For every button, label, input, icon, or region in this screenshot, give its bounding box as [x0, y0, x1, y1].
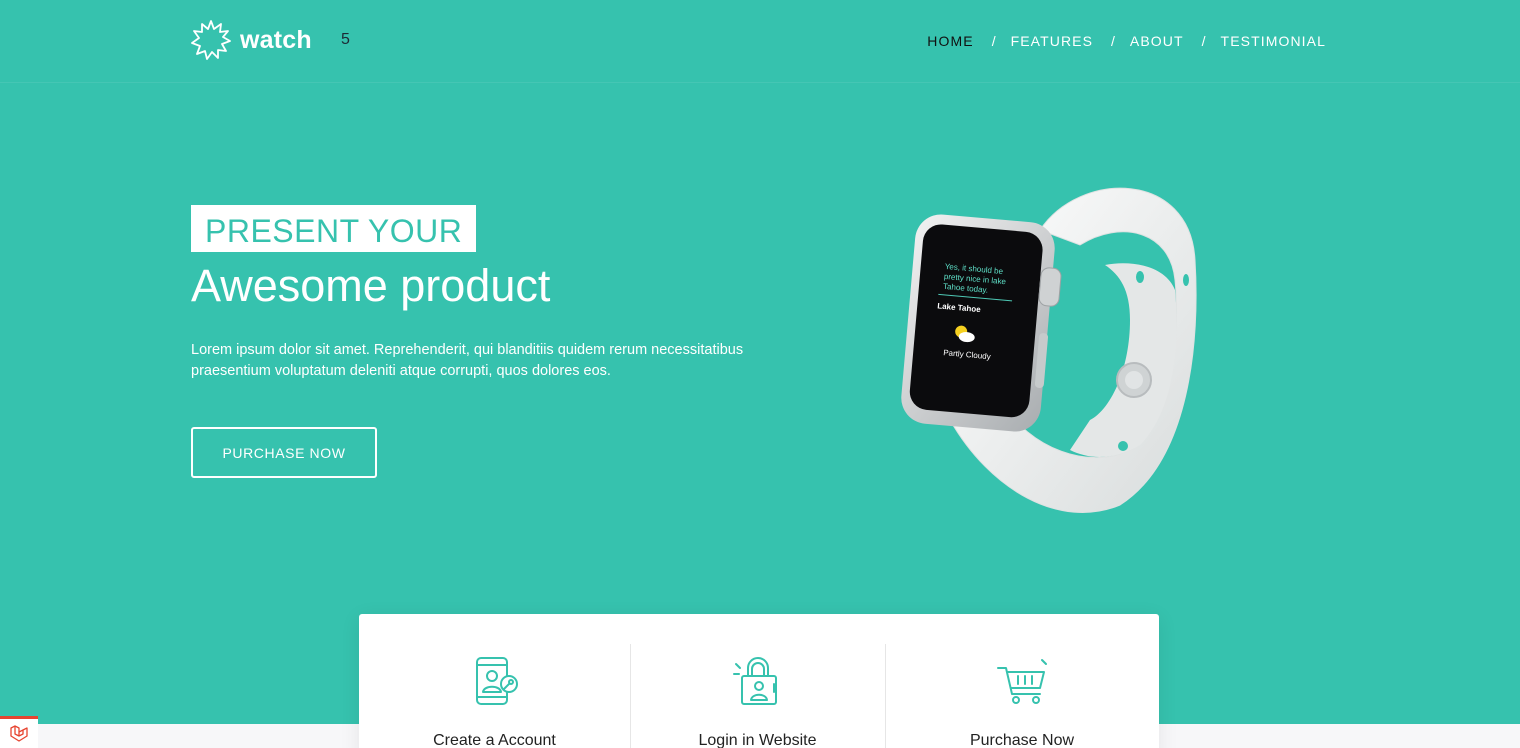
brand-logo[interactable]: watch — [191, 20, 312, 60]
main-nav: HOME / FEATURES / ABOUT / TESTIMONIAL — [927, 33, 1326, 49]
step-purchase[interactable]: Purchase Now — [885, 614, 1159, 748]
shopping-cart-icon — [997, 659, 1047, 704]
brand-badge: 5 — [341, 31, 350, 48]
brand-name: watch — [240, 25, 312, 54]
hero-description: Lorem ipsum dolor sit amet. Reprehenderi… — [191, 342, 744, 379]
step-label: Login in Website — [698, 732, 817, 748]
steps-panel: Create a Account Login in Website Purcha… — [359, 614, 1159, 748]
step-label: Purchase Now — [969, 732, 1075, 748]
nav-separator: / — [991, 33, 996, 49]
step-label: Create a Account — [433, 732, 556, 748]
step-login[interactable]: Login in Website — [630, 614, 885, 748]
nav-separator: / — [1201, 33, 1206, 49]
sunburst-logo-icon — [191, 20, 231, 60]
laravel-debug-badge[interactable] — [0, 716, 38, 748]
smartwatch-image: Yes, it should be pretty nice in lake Ta… — [901, 187, 1197, 513]
hero-headline: Awesome product — [191, 260, 551, 311]
nav-home[interactable]: HOME — [927, 33, 973, 49]
nav-about[interactable]: ABOUT — [1130, 33, 1184, 49]
navbar: watch 5 HOME / FEATURES / ABOUT / TESTIM… — [0, 0, 1520, 83]
nav-testimonial[interactable]: TESTIMONIAL — [1221, 33, 1326, 49]
tablet-user-key-icon — [475, 657, 518, 705]
padlock-user-icon — [732, 657, 777, 705]
laravel-icon — [10, 724, 28, 742]
purchase-now-button[interactable]: PURCHASE NOW — [191, 427, 377, 478]
step-create-account[interactable]: Create a Account — [359, 614, 630, 748]
hero-tag: PRESENT YOUR — [191, 205, 477, 252]
nav-features[interactable]: FEATURES — [1011, 33, 1093, 49]
nav-separator: / — [1111, 33, 1115, 49]
